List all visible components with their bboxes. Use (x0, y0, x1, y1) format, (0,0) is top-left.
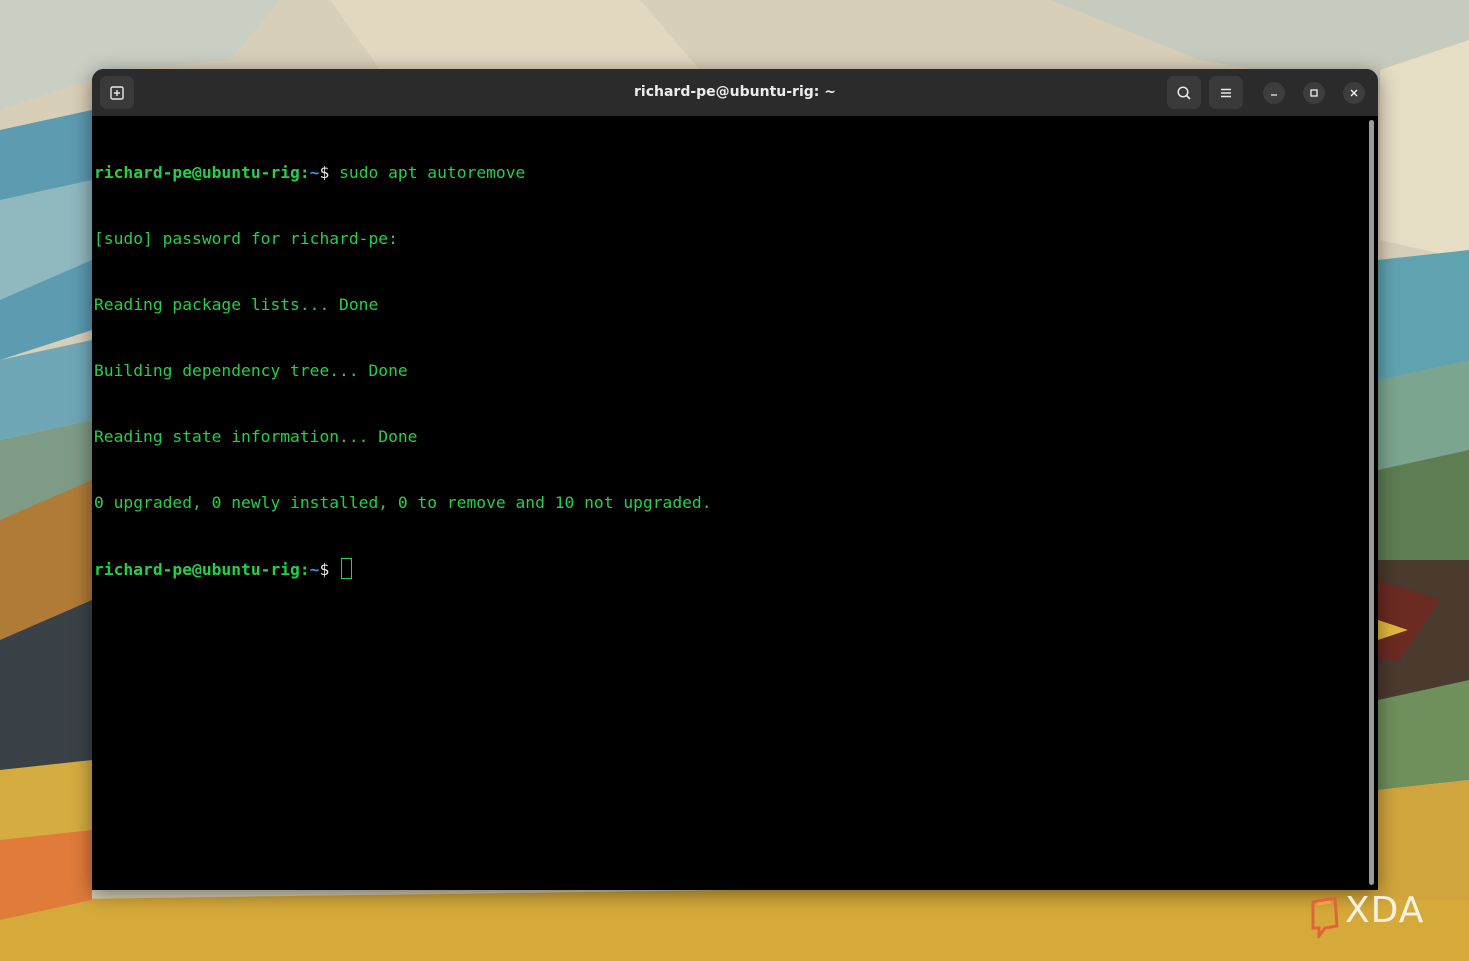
maximize-icon (1310, 89, 1318, 97)
terminal-line: Reading package lists... Done (94, 295, 379, 314)
search-button[interactable] (1167, 76, 1201, 109)
minimize-icon (1271, 94, 1277, 96)
close-button[interactable] (1343, 82, 1365, 104)
terminal-line: [sudo] password for richard-pe: (94, 229, 398, 248)
terminal-line: 0 upgraded, 0 newly installed, 0 to remo… (94, 493, 712, 512)
close-icon (1350, 89, 1358, 97)
terminal-output[interactable]: richard-pe@ubuntu-rig:~$ sudo apt autore… (94, 118, 1364, 888)
prompt-user: richard-pe@ubuntu-rig: (94, 163, 310, 182)
terminal-window: richard-pe@ubuntu-rig: ~ richard-pe@ubun… (92, 69, 1378, 890)
terminal-line: richard-pe@ubuntu-rig:~$ (94, 558, 1364, 580)
command-text (329, 560, 339, 579)
new-tab-icon (110, 85, 124, 100)
prompt-user: richard-pe@ubuntu-rig: (94, 560, 310, 579)
prompt-symbol: $ (319, 560, 330, 579)
desktop: richard-pe@ubuntu-rig: ~ richard-pe@ubun… (0, 0, 1469, 961)
terminal-line: Reading state information... Done (94, 427, 418, 446)
prompt-path: ~ (309, 560, 320, 579)
search-icon (1177, 85, 1191, 100)
new-tab-button[interactable] (100, 76, 134, 109)
menu-button[interactable] (1209, 76, 1243, 109)
watermark-text: XDA (1345, 890, 1425, 931)
hamburger-menu-icon (1221, 88, 1231, 97)
scrollbar[interactable] (1369, 120, 1374, 885)
prompt-path: ~ (309, 163, 320, 182)
minimize-button[interactable] (1263, 82, 1285, 104)
command-text: sudo apt autoremove (329, 163, 526, 182)
terminal-line: richard-pe@ubuntu-rig:~$ sudo apt autore… (94, 162, 1364, 184)
maximize-button[interactable] (1303, 82, 1325, 104)
terminal-line: Building dependency tree... Done (94, 361, 408, 380)
headerbar[interactable]: richard-pe@ubuntu-rig: ~ (92, 69, 1378, 116)
prompt-symbol: $ (319, 163, 330, 182)
text-cursor (341, 558, 353, 579)
